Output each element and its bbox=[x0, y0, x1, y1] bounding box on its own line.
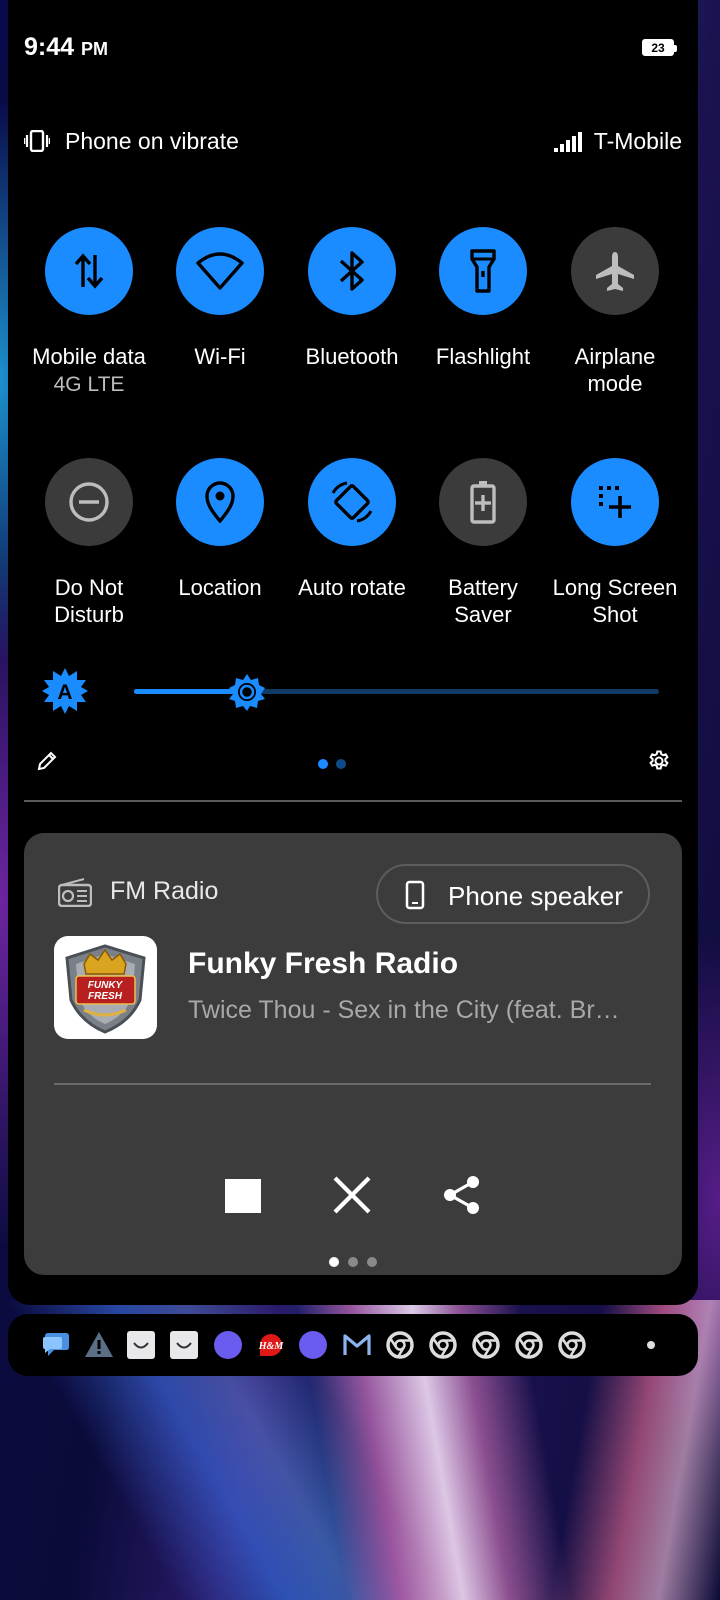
circle-app-icon[interactable] bbox=[298, 1330, 328, 1360]
location-pin-icon bbox=[205, 481, 235, 523]
brightness-thumb-icon[interactable] bbox=[228, 673, 266, 711]
chrome-icon[interactable] bbox=[428, 1330, 458, 1360]
tile-sublabel: 4G LTE bbox=[53, 373, 125, 396]
radio-icon bbox=[58, 878, 92, 907]
stop-icon[interactable] bbox=[223, 1175, 263, 1215]
auto-rotate-icon bbox=[331, 481, 373, 523]
vibrate-icon bbox=[24, 130, 50, 152]
media-page-indicator bbox=[329, 1254, 386, 1272]
mobile-data-button[interactable] bbox=[45, 227, 133, 315]
shopping-bag-icon[interactable] bbox=[126, 1330, 156, 1360]
hm-icon[interactable]: H&M bbox=[256, 1330, 286, 1360]
svg-text:A: A bbox=[57, 681, 72, 704]
chrome-icon[interactable] bbox=[557, 1330, 587, 1360]
messages-icon[interactable] bbox=[41, 1330, 71, 1360]
carrier-name: T-Mobile bbox=[593, 128, 682, 154]
tile-label: Wi-Fi bbox=[194, 344, 246, 369]
page-dot bbox=[329, 1257, 339, 1267]
share-icon[interactable] bbox=[442, 1175, 482, 1215]
flashlight-button[interactable] bbox=[439, 227, 527, 315]
battery-saver-button[interactable] bbox=[439, 458, 527, 546]
tile-bluetooth[interactable]: Bluetooth bbox=[287, 227, 417, 370]
auto-brightness-icon[interactable]: A bbox=[42, 668, 88, 714]
signal-icon bbox=[554, 132, 582, 152]
tile-label: Long Screen Shot bbox=[552, 575, 678, 627]
smartphone-icon bbox=[405, 880, 425, 910]
output-switcher-button[interactable]: Phone speaker bbox=[376, 864, 650, 924]
tile-label: Mobile data bbox=[32, 344, 146, 369]
quick-settings-header: Phone on vibrate T-Mobile bbox=[24, 126, 682, 158]
chrome-icon[interactable] bbox=[514, 1330, 544, 1360]
flashlight-icon bbox=[470, 249, 496, 293]
tile-label: Auto rotate bbox=[298, 575, 406, 600]
do-not-disturb-icon bbox=[69, 482, 109, 522]
page-dot bbox=[336, 759, 346, 769]
long-screenshot-icon bbox=[599, 486, 631, 518]
svg-text:H&M: H&M bbox=[258, 1341, 285, 1352]
bluetooth-button[interactable] bbox=[308, 227, 396, 315]
output-label: Phone speaker bbox=[448, 881, 623, 911]
tile-location[interactable]: Location bbox=[155, 458, 285, 601]
tile-auto-rotate[interactable]: Auto rotate bbox=[287, 458, 417, 601]
funky-fresh-logo: FUNKY FRESH bbox=[65, 944, 146, 1034]
page-dot bbox=[318, 759, 328, 769]
album-art: FUNKY FRESH bbox=[54, 936, 157, 1039]
location-button[interactable] bbox=[176, 458, 264, 546]
tile-label: Airplane mode bbox=[574, 344, 656, 396]
gmail-icon[interactable] bbox=[342, 1330, 372, 1360]
auto-rotate-button[interactable] bbox=[308, 458, 396, 546]
media-app-name: FM Radio bbox=[110, 877, 219, 905]
media-player-card[interactable]: FM Radio Phone speaker FUNKY FRESH Funky… bbox=[24, 833, 682, 1275]
warning-icon[interactable] bbox=[84, 1330, 114, 1360]
close-icon[interactable] bbox=[332, 1175, 372, 1215]
chrome-icon[interactable] bbox=[385, 1330, 415, 1360]
tile-label: Battery Saver bbox=[448, 575, 518, 627]
do-not-disturb-button[interactable] bbox=[45, 458, 133, 546]
long-screenshot-button[interactable] bbox=[571, 458, 659, 546]
wifi-icon bbox=[196, 252, 244, 290]
bluetooth-icon bbox=[339, 251, 364, 291]
ringer-status[interactable]: Phone on vibrate bbox=[65, 128, 239, 155]
logo-text: FRESH bbox=[88, 991, 123, 1002]
tile-airplane-mode[interactable]: Airplane mode bbox=[550, 227, 680, 397]
tile-do-not-disturb[interactable]: Do Not Disturb bbox=[24, 458, 154, 628]
more-dot-icon[interactable] bbox=[636, 1330, 666, 1360]
tile-wifi[interactable]: Wi-Fi bbox=[155, 227, 285, 370]
wifi-button[interactable] bbox=[176, 227, 264, 315]
settings-gear-icon[interactable] bbox=[648, 750, 670, 772]
tile-long-screen-shot[interactable]: Long Screen Shot bbox=[550, 458, 680, 628]
media-divider bbox=[54, 1083, 651, 1085]
battery-saver-icon bbox=[470, 481, 496, 524]
circle-app-icon[interactable] bbox=[213, 1330, 243, 1360]
logo-text: FUNKY bbox=[88, 980, 124, 991]
quick-settings-page-indicator bbox=[318, 756, 354, 774]
edit-pencil-icon[interactable] bbox=[36, 750, 58, 772]
page-dot bbox=[367, 1257, 377, 1267]
swap-vert-icon bbox=[74, 253, 104, 289]
tile-label: Location bbox=[178, 575, 262, 600]
divider bbox=[24, 800, 682, 802]
tile-mobile-data[interactable]: Mobile data 4G LTE bbox=[24, 227, 154, 400]
page-dot bbox=[348, 1257, 358, 1267]
tile-label: Bluetooth bbox=[305, 344, 399, 369]
tile-label: Do Not Disturb bbox=[54, 575, 124, 627]
status-time: 9:44 PM bbox=[24, 33, 108, 61]
tile-flashlight[interactable]: Flashlight bbox=[418, 227, 548, 370]
tile-battery-saver[interactable]: Battery Saver bbox=[418, 458, 548, 628]
airplane-mode-button[interactable] bbox=[571, 227, 659, 315]
media-artist: Twice Thou - Sex in the City (feat. Br… bbox=[188, 996, 620, 1024]
chrome-icon[interactable] bbox=[471, 1330, 501, 1360]
airplane-icon bbox=[596, 252, 634, 291]
media-title: Funky Fresh Radio bbox=[188, 947, 459, 980]
shopping-bag-icon[interactable] bbox=[169, 1330, 199, 1360]
tile-label: Flashlight bbox=[435, 344, 531, 369]
battery-icon: 23 bbox=[642, 39, 677, 56]
notification-icon-bar[interactable]: H&M bbox=[8, 1314, 698, 1376]
brightness-slider[interactable] bbox=[134, 689, 659, 694]
